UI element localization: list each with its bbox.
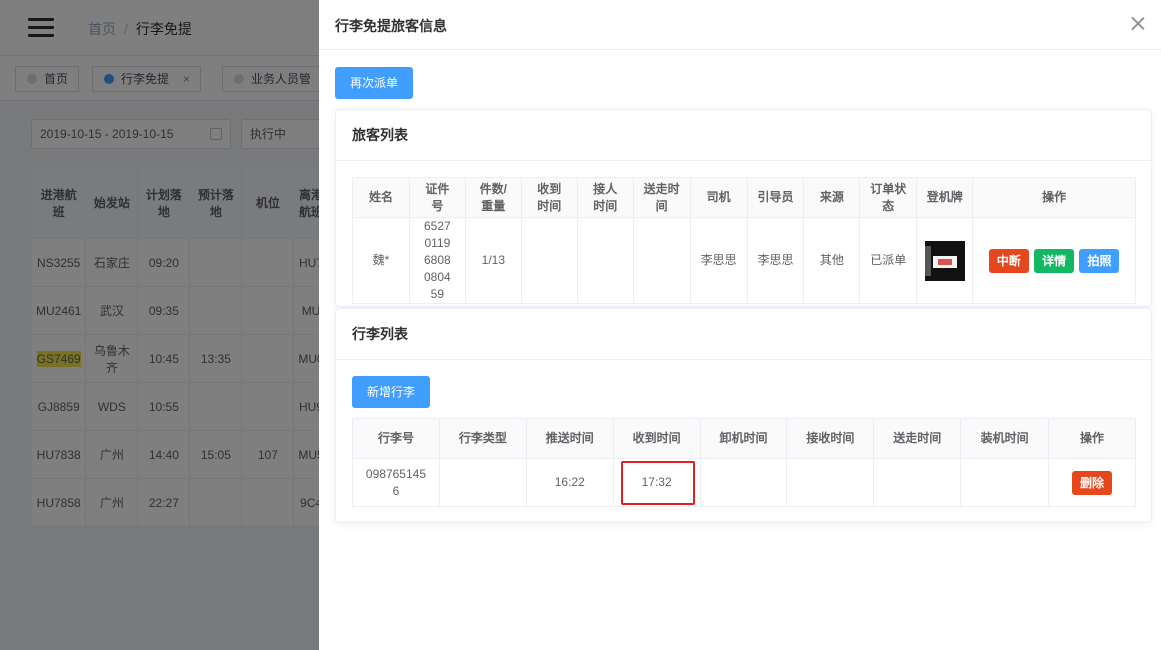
luggage-push-time: 16:22 <box>525 458 614 507</box>
interrupt-button[interactable]: 中断 <box>988 248 1029 273</box>
redispatch-button[interactable]: 再次派单 <box>335 67 414 99</box>
header-cell: 接收时间 <box>786 418 875 459</box>
passenger-info-drawer: 行李免提旅客信息 再次派单 旅客列表 姓名 证件号 件数/重量 收到时间 接人时… <box>319 0 1161 650</box>
header-cell: 件数/重量 <box>464 177 522 218</box>
photo-button[interactable]: 拍照 <box>1079 248 1120 273</box>
header-cell: 行李号 <box>352 418 440 459</box>
luggage-load-time <box>960 458 1050 507</box>
passenger-pickup-time <box>576 217 634 304</box>
passenger-row[interactable]: 魏* 652701196808080459 1/13 李思思 李思思 其他 已派… <box>352 217 1136 304</box>
passenger-list-title: 旅客列表 <box>336 110 1151 161</box>
header-cell: 司机 <box>689 177 748 218</box>
header-cell: 装机时间 <box>960 418 1050 459</box>
header-cell: 操作 <box>1048 418 1136 459</box>
header-cell: 送走时间 <box>632 177 691 218</box>
header-cell: 姓名 <box>352 177 410 218</box>
add-luggage-button[interactable]: 新增行李 <box>352 376 431 408</box>
passenger-status: 已派单 <box>859 217 918 304</box>
header-cell: 订单状态 <box>859 177 918 218</box>
passenger-sendoff-time <box>632 217 691 304</box>
passenger-name: 魏* <box>352 217 410 304</box>
luggage-list-title: 行李列表 <box>336 309 1151 360</box>
luggage-actions: 删除 <box>1048 458 1136 507</box>
passenger-list-card: 旅客列表 姓名 证件号 件数/重量 收到时间 接人时间 送走时间 司机 引导员 … <box>335 109 1152 307</box>
luggage-accept-time <box>786 458 875 507</box>
header-cell: 收到时间 <box>520 177 578 218</box>
header-cell: 引导员 <box>746 177 805 218</box>
header-cell: 证件号 <box>408 177 466 218</box>
luggage-table: 行李号 行李类型 推送时间 收到时间 卸机时间 接收时间 送走时间 装机时间 操… <box>352 418 1136 507</box>
passenger-driver: 李思思 <box>689 217 748 304</box>
passenger-source: 其他 <box>803 217 861 304</box>
luggage-list-card: 行李列表 新增行李 行李号 行李类型 推送时间 收到时间 卸机时间 接收时间 送… <box>335 308 1152 523</box>
passenger-table: 姓名 证件号 件数/重量 收到时间 接人时间 送走时间 司机 引导员 来源 订单… <box>352 177 1136 304</box>
detail-button[interactable]: 详情 <box>1034 248 1075 273</box>
header-cell: 来源 <box>803 177 861 218</box>
passenger-table-header: 姓名 证件号 件数/重量 收到时间 接人时间 送走时间 司机 引导员 来源 订单… <box>352 177 1136 218</box>
passenger-actions: 中断 详情 拍照 <box>972 217 1136 304</box>
header-cell: 推送时间 <box>525 418 614 459</box>
passenger-received-time <box>520 217 578 304</box>
delete-button[interactable]: 删除 <box>1072 470 1113 495</box>
header-cell: 行李类型 <box>438 418 527 459</box>
header-cell: 接人时间 <box>576 177 634 218</box>
boarding-pass-image[interactable] <box>924 240 965 281</box>
passenger-count-weight: 1/13 <box>464 217 522 304</box>
boarding-pass-cell <box>916 217 974 304</box>
luggage-row[interactable]: 0987651456 16:22 17:32 删除 <box>352 458 1136 507</box>
header-cell: 登机牌 <box>916 177 974 218</box>
passenger-guide: 李思思 <box>746 217 805 304</box>
luggage-received-time: 17:32 <box>612 458 701 507</box>
luggage-unload-time <box>699 458 788 507</box>
header-cell: 送走时间 <box>873 418 962 459</box>
luggage-number: 0987651456 <box>352 458 440 507</box>
luggage-sendoff-time <box>873 458 962 507</box>
passenger-id-number: 652701196808080459 <box>408 217 466 304</box>
header-cell: 操作 <box>972 177 1136 218</box>
drawer-header: 行李免提旅客信息 <box>319 0 1161 50</box>
close-icon[interactable] <box>1131 16 1145 30</box>
drawer-title: 行李免提旅客信息 <box>335 18 447 34</box>
luggage-type <box>438 458 527 507</box>
header-cell: 卸机时间 <box>699 418 788 459</box>
luggage-table-header: 行李号 行李类型 推送时间 收到时间 卸机时间 接收时间 送走时间 装机时间 操… <box>352 418 1136 459</box>
highlight-box <box>620 461 695 505</box>
header-cell: 收到时间 <box>612 418 701 459</box>
